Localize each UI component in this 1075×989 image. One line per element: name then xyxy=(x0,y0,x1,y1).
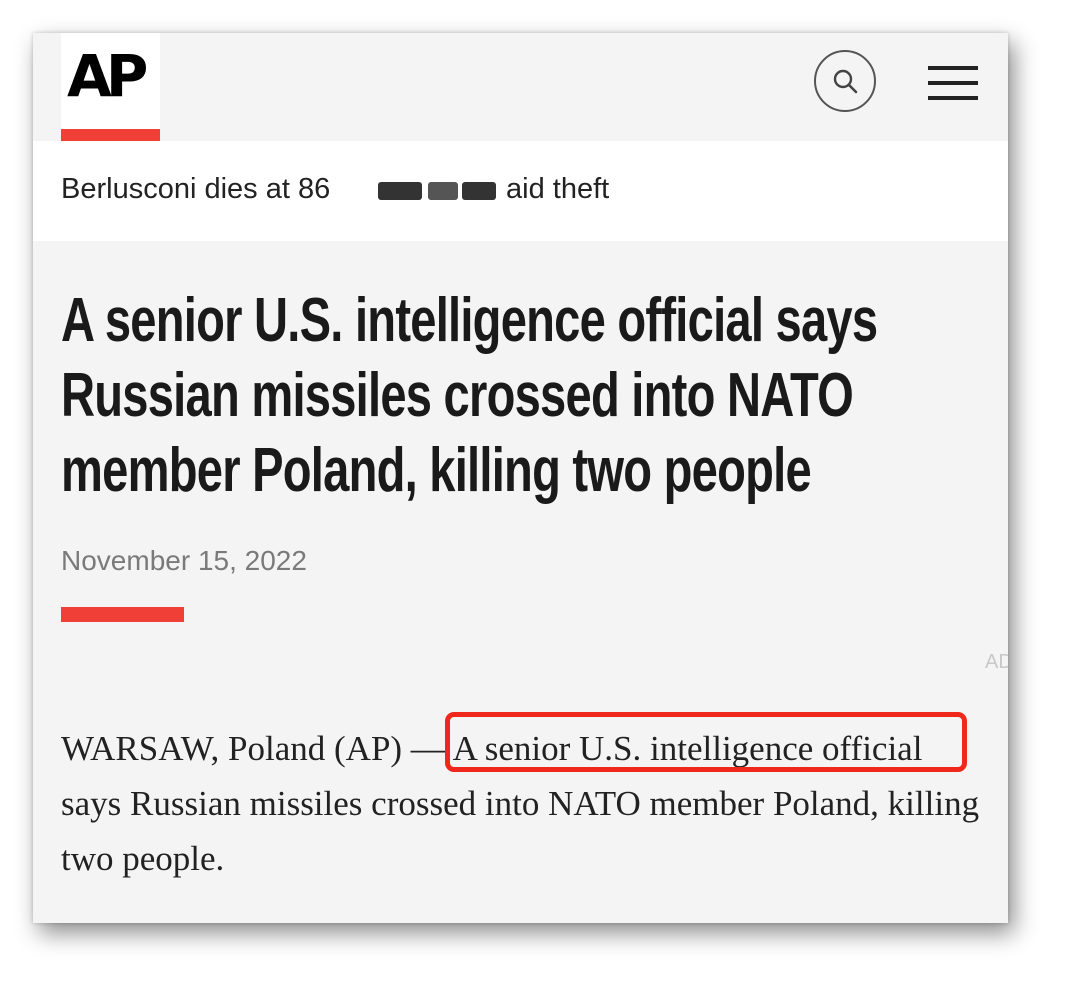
article-page: AP Berlusconi dies at 86 aid theft A sen… xyxy=(33,33,1008,923)
logo-accent-bar xyxy=(61,129,160,141)
highlight-box xyxy=(445,712,967,772)
ap-logo-text: AP xyxy=(67,42,148,110)
trending-link-aid-theft[interactable]: aid theft xyxy=(506,175,609,204)
accent-bar xyxy=(61,607,184,622)
lead-text: says Russian missiles crossed into NATO … xyxy=(61,784,980,878)
search-icon xyxy=(833,69,858,94)
menu-line xyxy=(928,96,978,100)
hamburger-menu-icon xyxy=(928,66,978,70)
search-button[interactable] xyxy=(814,50,876,112)
menu-line xyxy=(928,81,978,85)
menu-button[interactable] xyxy=(928,66,978,102)
ap-logo[interactable]: AP xyxy=(61,33,160,141)
ad-label: AD xyxy=(985,651,1008,673)
publish-date: November 15, 2022 xyxy=(61,545,307,576)
trending-bar: Berlusconi dies at 86 aid theft xyxy=(33,141,1008,241)
dateline: WARSAW, Poland (AP) — xyxy=(61,729,453,768)
trending-link-berlusconi[interactable]: Berlusconi dies at 86 xyxy=(61,175,330,204)
article-headline: A senior U.S. intelligence official says… xyxy=(61,286,878,505)
redacted-text xyxy=(378,182,498,200)
site-header: AP xyxy=(33,33,1008,141)
